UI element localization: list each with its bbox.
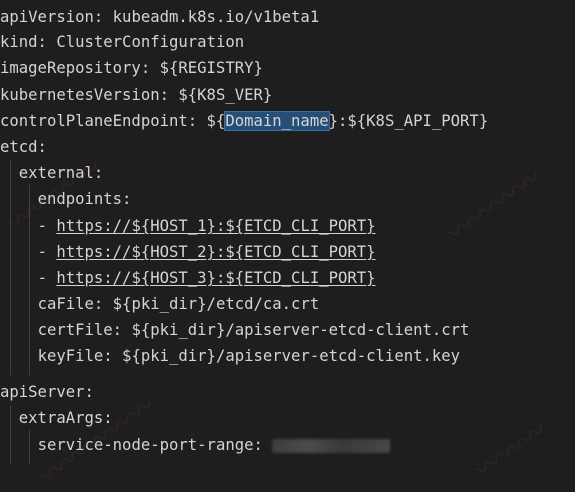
yaml-key: kubernetesVersion: [0,86,169,104]
yaml-key: endpoints: [37,190,132,208]
yaml-value: ${pki_dir}/etcd/ca.crt [103,295,320,313]
text-selection[interactable]: Domain_name [224,111,330,131]
yaml-key: apiVersion: [0,8,104,26]
code-line-17[interactable]: service-node-port-range: [0,433,575,458]
yaml-key: imageRepository: [0,59,151,77]
yaml-key: external: [18,164,104,182]
code-line-8[interactable]: endpoints: [0,187,575,212]
yaml-key: apiServer: [0,383,94,401]
yaml-key: controlPlaneEndpoint: [0,112,198,130]
yaml-key: service-node-port-range: [37,436,263,454]
endpoint-link[interactable]: https://${HOST_2}:${ETCD_CLI_PORT} [56,243,375,261]
yaml-value: ${REGISTRY} [150,59,263,77]
code-line-13[interactable]: certFile: ${pki_dir}/apiserver-etcd-clie… [0,318,575,343]
yaml-value: ${pki_dir}/apiserver-etcd-client.crt [122,321,470,339]
redacted-value [272,438,391,453]
code-line-5[interactable]: controlPlaneEndpoint: ${Domain_name}:${K… [0,109,575,134]
yaml-key: kind: [0,33,47,51]
code-line-16[interactable]: extraArgs: [0,406,575,431]
code-line-3[interactable]: imageRepository: ${REGISTRY} [0,56,575,81]
list-dash: - [37,243,57,261]
yaml-value-prefix: ${ [197,112,226,130]
yaml-key: etcd: [0,138,47,156]
endpoint-link[interactable]: https://${HOST_1}:${ETCD_CLI_PORT} [56,217,375,235]
code-editor[interactable]: apiVersion: kubeadm.k8s.io/v1beta1 kind:… [0,0,575,491]
yaml-value: kubeadm.k8s.io/v1beta1 [103,8,320,26]
endpoint-link[interactable]: https://${HOST_3}:${ETCD_CLI_PORT} [56,269,375,287]
yaml-key: extraArgs: [18,409,113,427]
code-line-2[interactable]: kind: ClusterConfiguration [0,30,575,55]
code-line-4[interactable]: kubernetesVersion: ${K8S_VER} [0,83,575,108]
list-dash: - [37,217,57,235]
code-line-15[interactable]: apiServer: [0,380,575,405]
code-line-6[interactable]: etcd: [0,135,575,160]
yaml-value: ${K8S_VER} [169,86,273,104]
yaml-value-suffix: }:${K8S_API_PORT} [328,112,489,130]
yaml-key: caFile: [37,295,104,313]
code-line-9[interactable]: - https://${HOST_1}:${ETCD_CLI_PORT} [0,214,575,239]
yaml-key: keyFile: [37,347,113,365]
yaml-key: certFile: [37,321,123,339]
code-line-11[interactable]: - https://${HOST_3}:${ETCD_CLI_PORT} [0,266,575,291]
code-line-10[interactable]: - https://${HOST_2}:${ETCD_CLI_PORT} [0,240,575,265]
code-line-12[interactable]: caFile: ${pki_dir}/etcd/ca.crt [0,292,575,317]
code-line-7[interactable]: external: [0,161,575,186]
code-line-14[interactable]: keyFile: ${pki_dir}/apiserver-etcd-clien… [0,344,575,369]
code-line-1[interactable]: apiVersion: kubeadm.k8s.io/v1beta1 [0,5,575,30]
yaml-value: ${pki_dir}/apiserver-etcd-client.key [112,347,461,365]
list-dash: - [37,269,57,287]
yaml-value: ClusterConfiguration [46,33,245,51]
